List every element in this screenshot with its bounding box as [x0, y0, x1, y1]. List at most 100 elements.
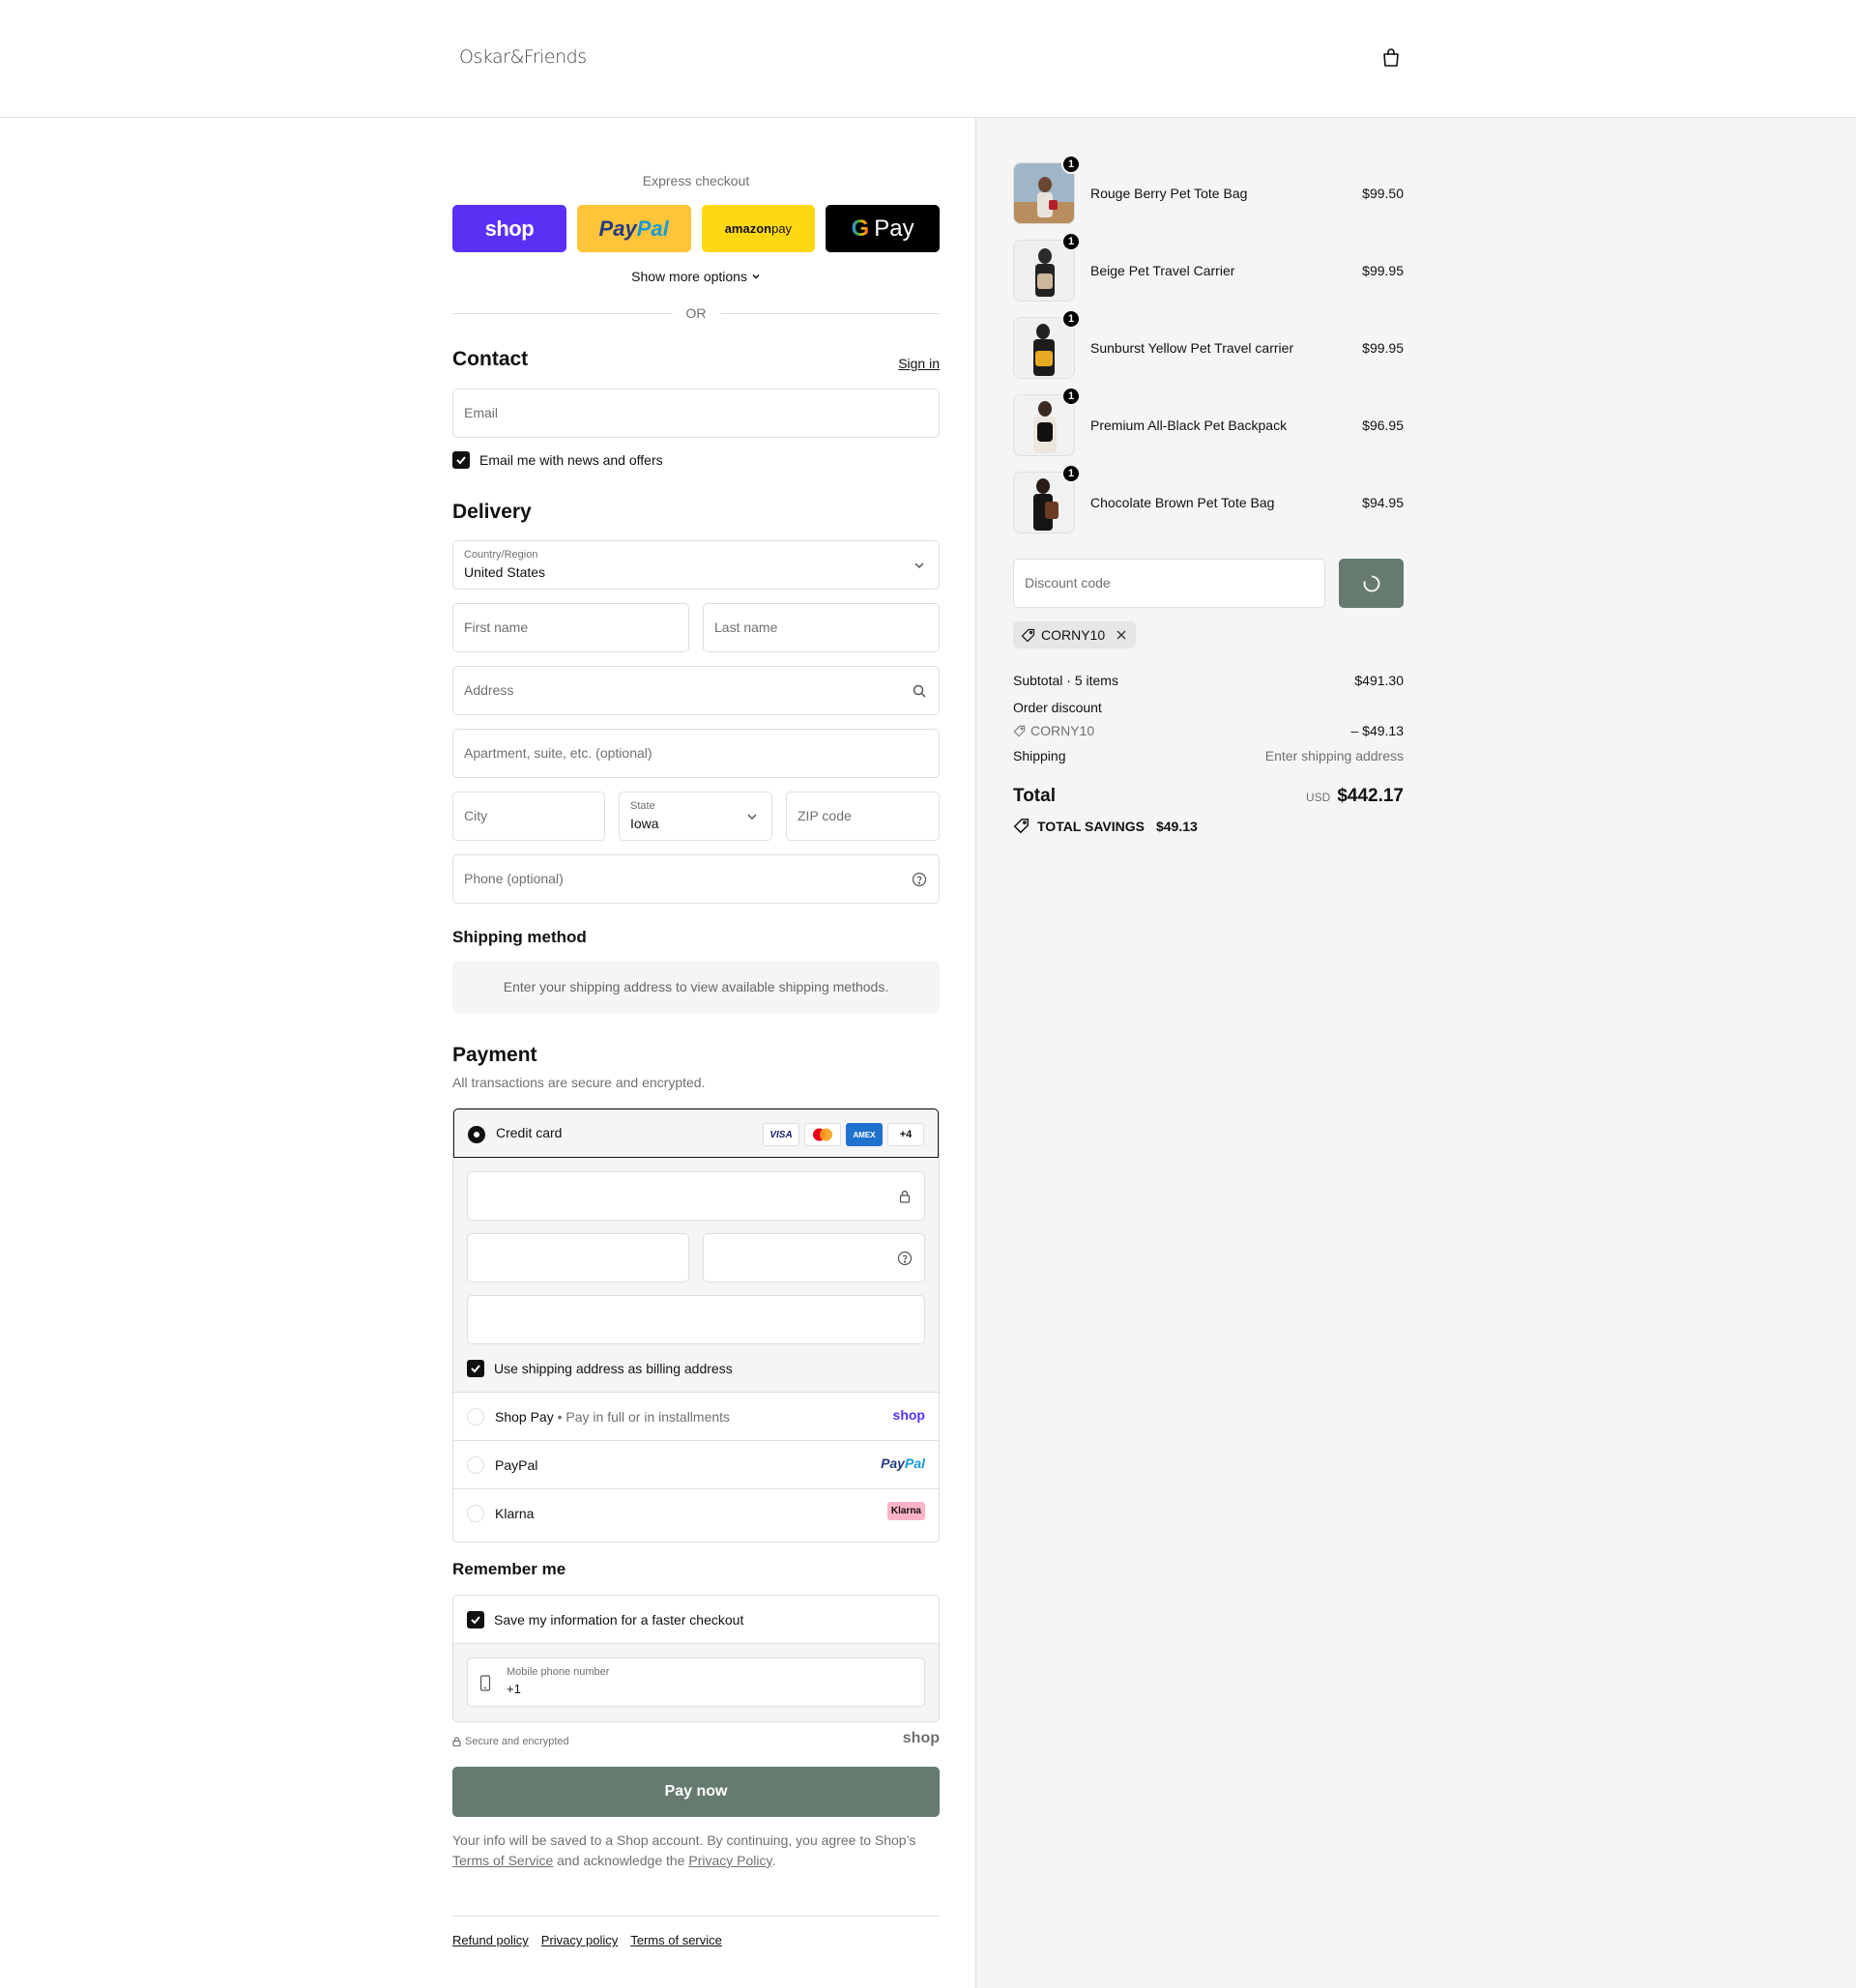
- address-field[interactable]: Address: [452, 666, 940, 715]
- billing-checkbox[interactable]: [467, 1360, 484, 1377]
- subtotal-row: Subtotal · 5 items $491.30: [1013, 673, 1404, 688]
- refund-policy-link[interactable]: Refund policy: [452, 1933, 529, 1947]
- shop-pay-radio[interactable]: [467, 1408, 484, 1426]
- cart-item: 1 Chocolate Brown Pet Tote Bag $94.95: [1013, 464, 1404, 535]
- express-checkout-label: Express checkout: [642, 173, 750, 188]
- cart-item: 1 Premium All-Black Pet Backpack $96.95: [1013, 387, 1404, 458]
- payment-subtitle: All transactions are secure and encrypte…: [452, 1075, 706, 1090]
- terms-of-service-link[interactable]: Terms of Service: [452, 1853, 553, 1868]
- item-price: $99.95: [1362, 340, 1404, 356]
- loading-spinner-icon: [1363, 575, 1379, 591]
- paypal-button[interactable]: Pay Pal: [576, 205, 691, 252]
- news-checkbox-row[interactable]: Email me with news and offers: [452, 451, 663, 469]
- city-field[interactable]: City: [452, 792, 605, 841]
- shop-pay-option[interactable]: Shop Pay • Pay in full or in installment…: [453, 1393, 939, 1441]
- chevron-down-icon: [752, 274, 760, 279]
- quantity-badge: 1: [1061, 387, 1081, 406]
- store-logo[interactable]: Oskar&Friends: [459, 46, 587, 68]
- remember-me-heading: Remember me: [452, 1560, 566, 1578]
- site-header: Oskar&Friends: [0, 0, 1856, 118]
- currency-label: USD: [1305, 791, 1331, 804]
- item-name: Premium All-Black Pet Backpack: [1090, 418, 1288, 433]
- total-savings-row: TOTAL SAVINGS $49.13: [1013, 818, 1404, 834]
- credit-card-option[interactable]: Credit card VISA AMEX +4: [453, 1109, 939, 1158]
- shipping-row: Shipping Enter shipping address: [1013, 748, 1404, 764]
- klarna-logo: Klarna: [886, 1502, 925, 1520]
- quantity-badge: 1: [1061, 309, 1081, 329]
- help-icon[interactable]: [897, 1251, 913, 1266]
- paypal-radio[interactable]: [467, 1456, 484, 1474]
- klarna-radio[interactable]: [467, 1505, 484, 1522]
- secure-note: Secure and encrypted: [452, 1736, 569, 1747]
- mobile-phone-field[interactable]: Mobile phone number +1: [467, 1657, 925, 1707]
- check-icon: [456, 456, 466, 465]
- item-price: $99.95: [1362, 263, 1404, 278]
- amazon-pay-button[interactable]: amazon pay: [701, 205, 816, 252]
- help-icon[interactable]: [912, 872, 927, 887]
- check-icon: [471, 1365, 480, 1373]
- quantity-badge: 1: [1061, 232, 1081, 251]
- pay-now-button[interactable]: Pay now: [452, 1767, 940, 1817]
- quantity-badge: 1: [1061, 464, 1081, 483]
- item-name: Beige Pet Travel Carrier: [1090, 263, 1235, 278]
- zip-field[interactable]: ZIP code: [786, 792, 940, 841]
- footer-privacy-link[interactable]: Privacy policy: [541, 1933, 618, 1947]
- apartment-field[interactable]: Apartment, suite, etc. (optional): [452, 729, 940, 778]
- privacy-policy-link[interactable]: Privacy Policy: [688, 1853, 771, 1868]
- item-price: $94.95: [1362, 495, 1404, 510]
- lock-icon: [452, 1737, 461, 1746]
- state-select[interactable]: State Iowa: [619, 792, 772, 841]
- shopping-bag-icon[interactable]: [1379, 46, 1403, 70]
- phone-field[interactable]: Phone (optional): [452, 854, 940, 904]
- credit-card-radio[interactable]: [468, 1126, 485, 1143]
- first-name-field[interactable]: First name: [452, 603, 689, 652]
- news-label: Email me with news and offers: [479, 452, 663, 468]
- news-checkbox[interactable]: [452, 451, 470, 469]
- item-price: $96.95: [1362, 418, 1404, 433]
- express-checkout-buttons: shop Pay Pal amazon pay G Pay: [452, 205, 940, 253]
- show-more-options-button[interactable]: Show more options: [452, 269, 940, 284]
- expiration-field[interactable]: [467, 1233, 689, 1282]
- billing-checkbox-row[interactable]: Use shipping address as billing address: [467, 1360, 733, 1377]
- sign-in-link[interactable]: Sign in: [898, 356, 940, 371]
- amex-icon: AMEX: [846, 1123, 883, 1146]
- email-field[interactable]: Email: [452, 389, 940, 438]
- google-pay-button[interactable]: G Pay: [826, 205, 940, 252]
- name-on-card-field[interactable]: [467, 1295, 925, 1344]
- credit-card-label: Credit card: [496, 1125, 563, 1140]
- save-info-checkbox[interactable]: [467, 1611, 484, 1628]
- cart-item: 1 Beige Pet Travel Carrier $99.95: [1013, 232, 1404, 303]
- tag-icon: [1021, 628, 1035, 642]
- total-row: Total USD $442.17: [1013, 786, 1404, 806]
- security-code-field[interactable]: [703, 1233, 925, 1282]
- payment-heading: Payment: [452, 1044, 537, 1066]
- applied-discount-tag: CORNY10: [1013, 621, 1137, 648]
- close-icon[interactable]: [1115, 628, 1128, 642]
- item-name: Chocolate Brown Pet Tote Bag: [1090, 495, 1275, 510]
- discount-code-field[interactable]: Discount code: [1013, 559, 1325, 608]
- card-number-field[interactable]: [467, 1171, 925, 1221]
- last-name-field[interactable]: Last name: [703, 603, 940, 652]
- remember-me-box: Save my information for a faster checkou…: [452, 1595, 940, 1722]
- paypal-option[interactable]: PayPal PayPal: [453, 1441, 939, 1489]
- total-amount: $442.17: [1337, 786, 1404, 806]
- card-logos: VISA AMEX +4: [763, 1123, 924, 1146]
- order-discount-row: Order discount: [1013, 700, 1102, 715]
- card-details: Use shipping address as billing address: [453, 1158, 939, 1393]
- search-icon: [913, 684, 926, 698]
- tag-icon: [1013, 725, 1026, 736]
- mastercard-icon: [804, 1123, 841, 1146]
- shop-pay-button[interactable]: shop: [452, 205, 566, 252]
- discount-code-row: CORNY10 – $49.13: [1013, 723, 1404, 740]
- apply-discount-button[interactable]: [1339, 559, 1404, 608]
- payment-methods: Credit card VISA AMEX +4 Use shipping ad…: [452, 1108, 940, 1542]
- more-cards-badge: +4: [887, 1123, 924, 1146]
- contact-heading: Contact: [452, 348, 529, 370]
- country-select[interactable]: Country/Region United States: [452, 540, 940, 590]
- lock-icon: [899, 1190, 911, 1203]
- klarna-option[interactable]: Klarna Klarna: [453, 1489, 939, 1538]
- save-info-checkbox-row[interactable]: Save my information for a faster checkou…: [467, 1611, 743, 1628]
- paypal-logo: PayPal: [881, 1455, 925, 1471]
- footer-terms-link[interactable]: Terms of service: [630, 1933, 722, 1947]
- cart-item: 1 Sunburst Yellow Pet Travel carrier $99…: [1013, 309, 1404, 381]
